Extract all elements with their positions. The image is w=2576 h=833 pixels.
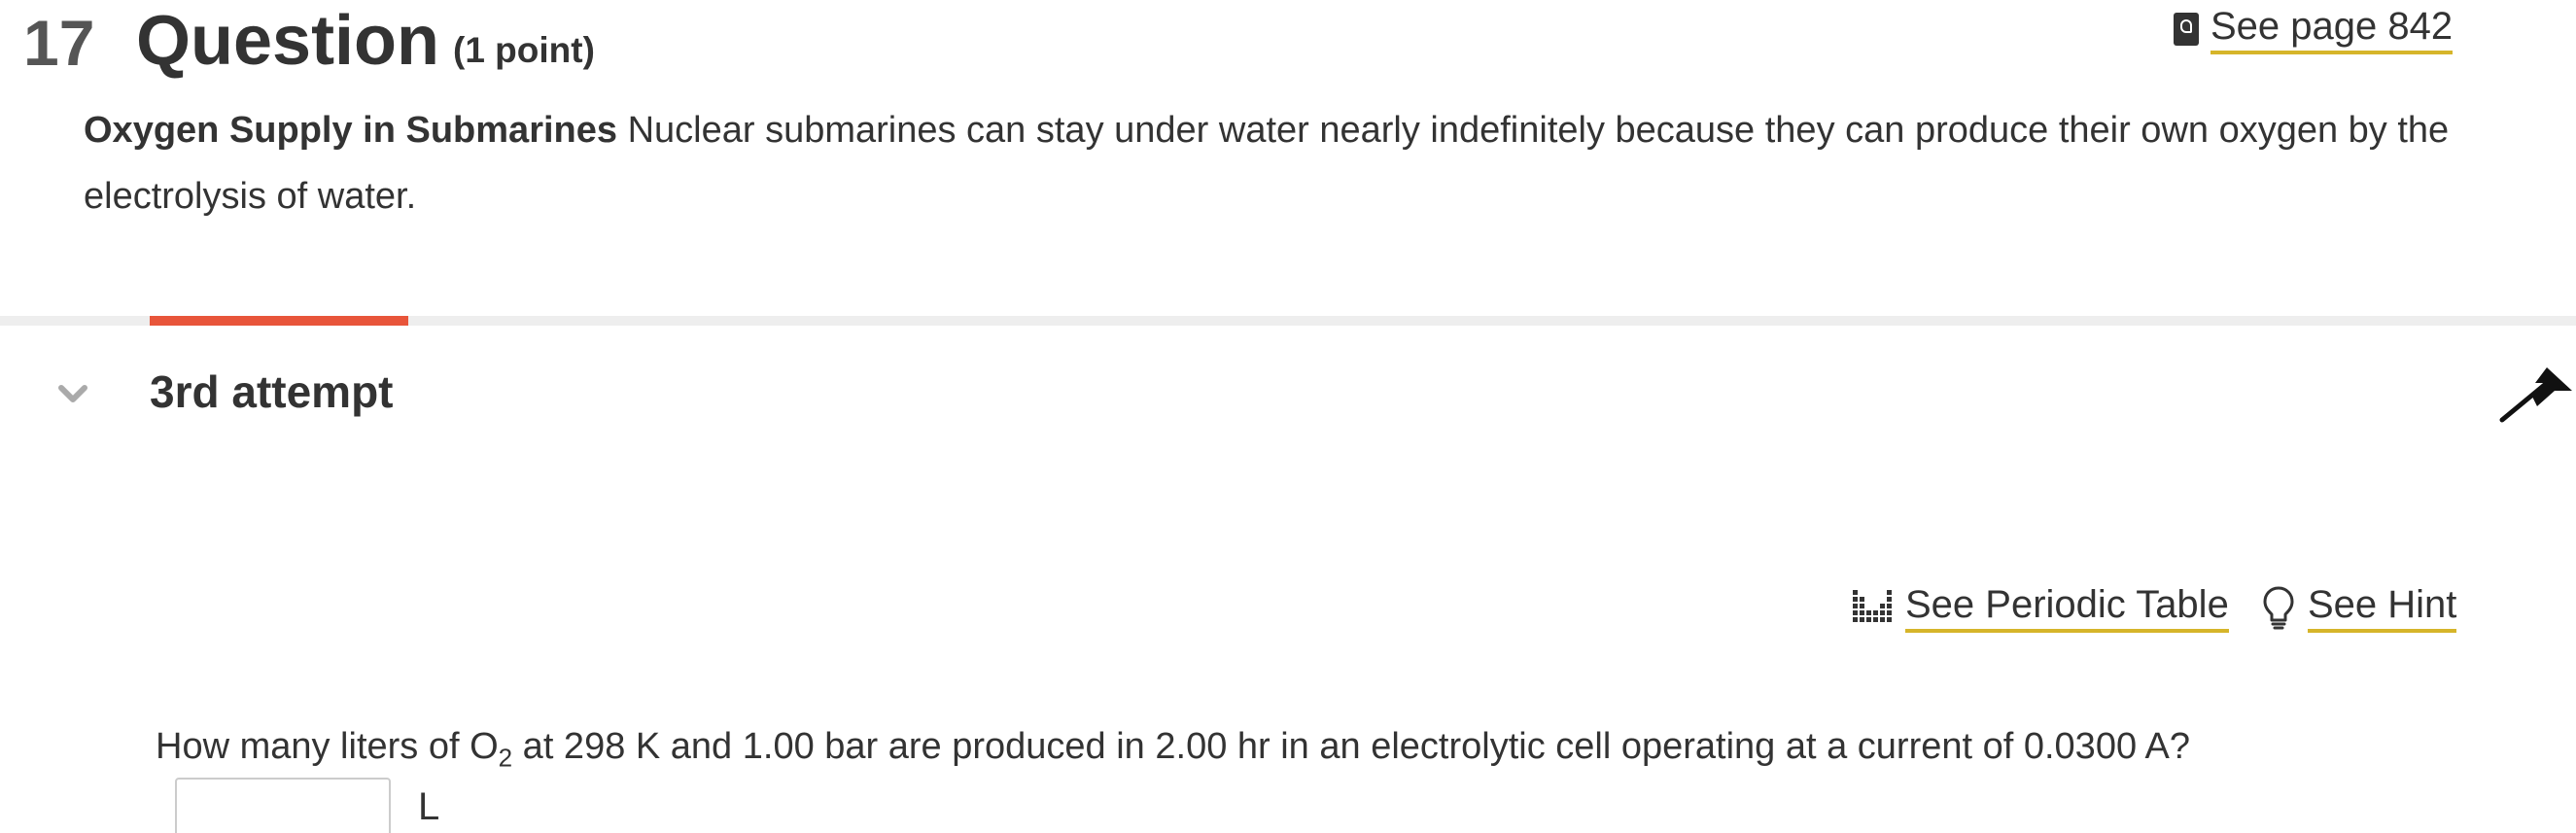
chevron-down-icon[interactable] (56, 377, 89, 410)
answer-unit: L (418, 785, 440, 828)
question-page: 17 Question (1 point) See page 842 Oxyge… (0, 0, 2576, 833)
see-page-label: See page 842 (2210, 5, 2454, 54)
active-tab-indicator (150, 316, 408, 326)
ebook-icon (2174, 13, 2199, 46)
arrow-up-icon[interactable] (2498, 362, 2574, 424)
see-hint-label: See Hint (2308, 583, 2457, 633)
see-page-link[interactable]: See page 842 (2174, 2, 2454, 56)
question-text-part: How many liters of O (156, 726, 499, 767)
periodic-table-icon (1853, 590, 1892, 622)
question-intro: Oxygen Supply in Submarines Nuclear subm… (84, 97, 2485, 229)
question-text-rest: at 298 K and 1.00 bar are produced in 2.… (512, 726, 2191, 767)
lightbulb-icon (2263, 586, 2294, 630)
see-hint-link[interactable]: See Hint (2261, 573, 2457, 642)
question-title: Question (136, 2, 440, 80)
question-points: (1 point) (453, 30, 595, 70)
attempt-label[interactable]: 3rd attempt (150, 362, 393, 422)
intro-title: Oxygen Supply in Submarines (84, 110, 618, 151)
question-prompt: How many liters of O2 at 298 K and 1.00 … (156, 719, 2190, 785)
answer-input[interactable] (175, 778, 391, 833)
question-subscript: 2 (498, 743, 513, 773)
see-periodic-table-link[interactable]: See Periodic Table (1851, 573, 2229, 642)
see-periodic-table-label: See Periodic Table (1905, 583, 2229, 633)
question-number: 17 (23, 7, 95, 79)
